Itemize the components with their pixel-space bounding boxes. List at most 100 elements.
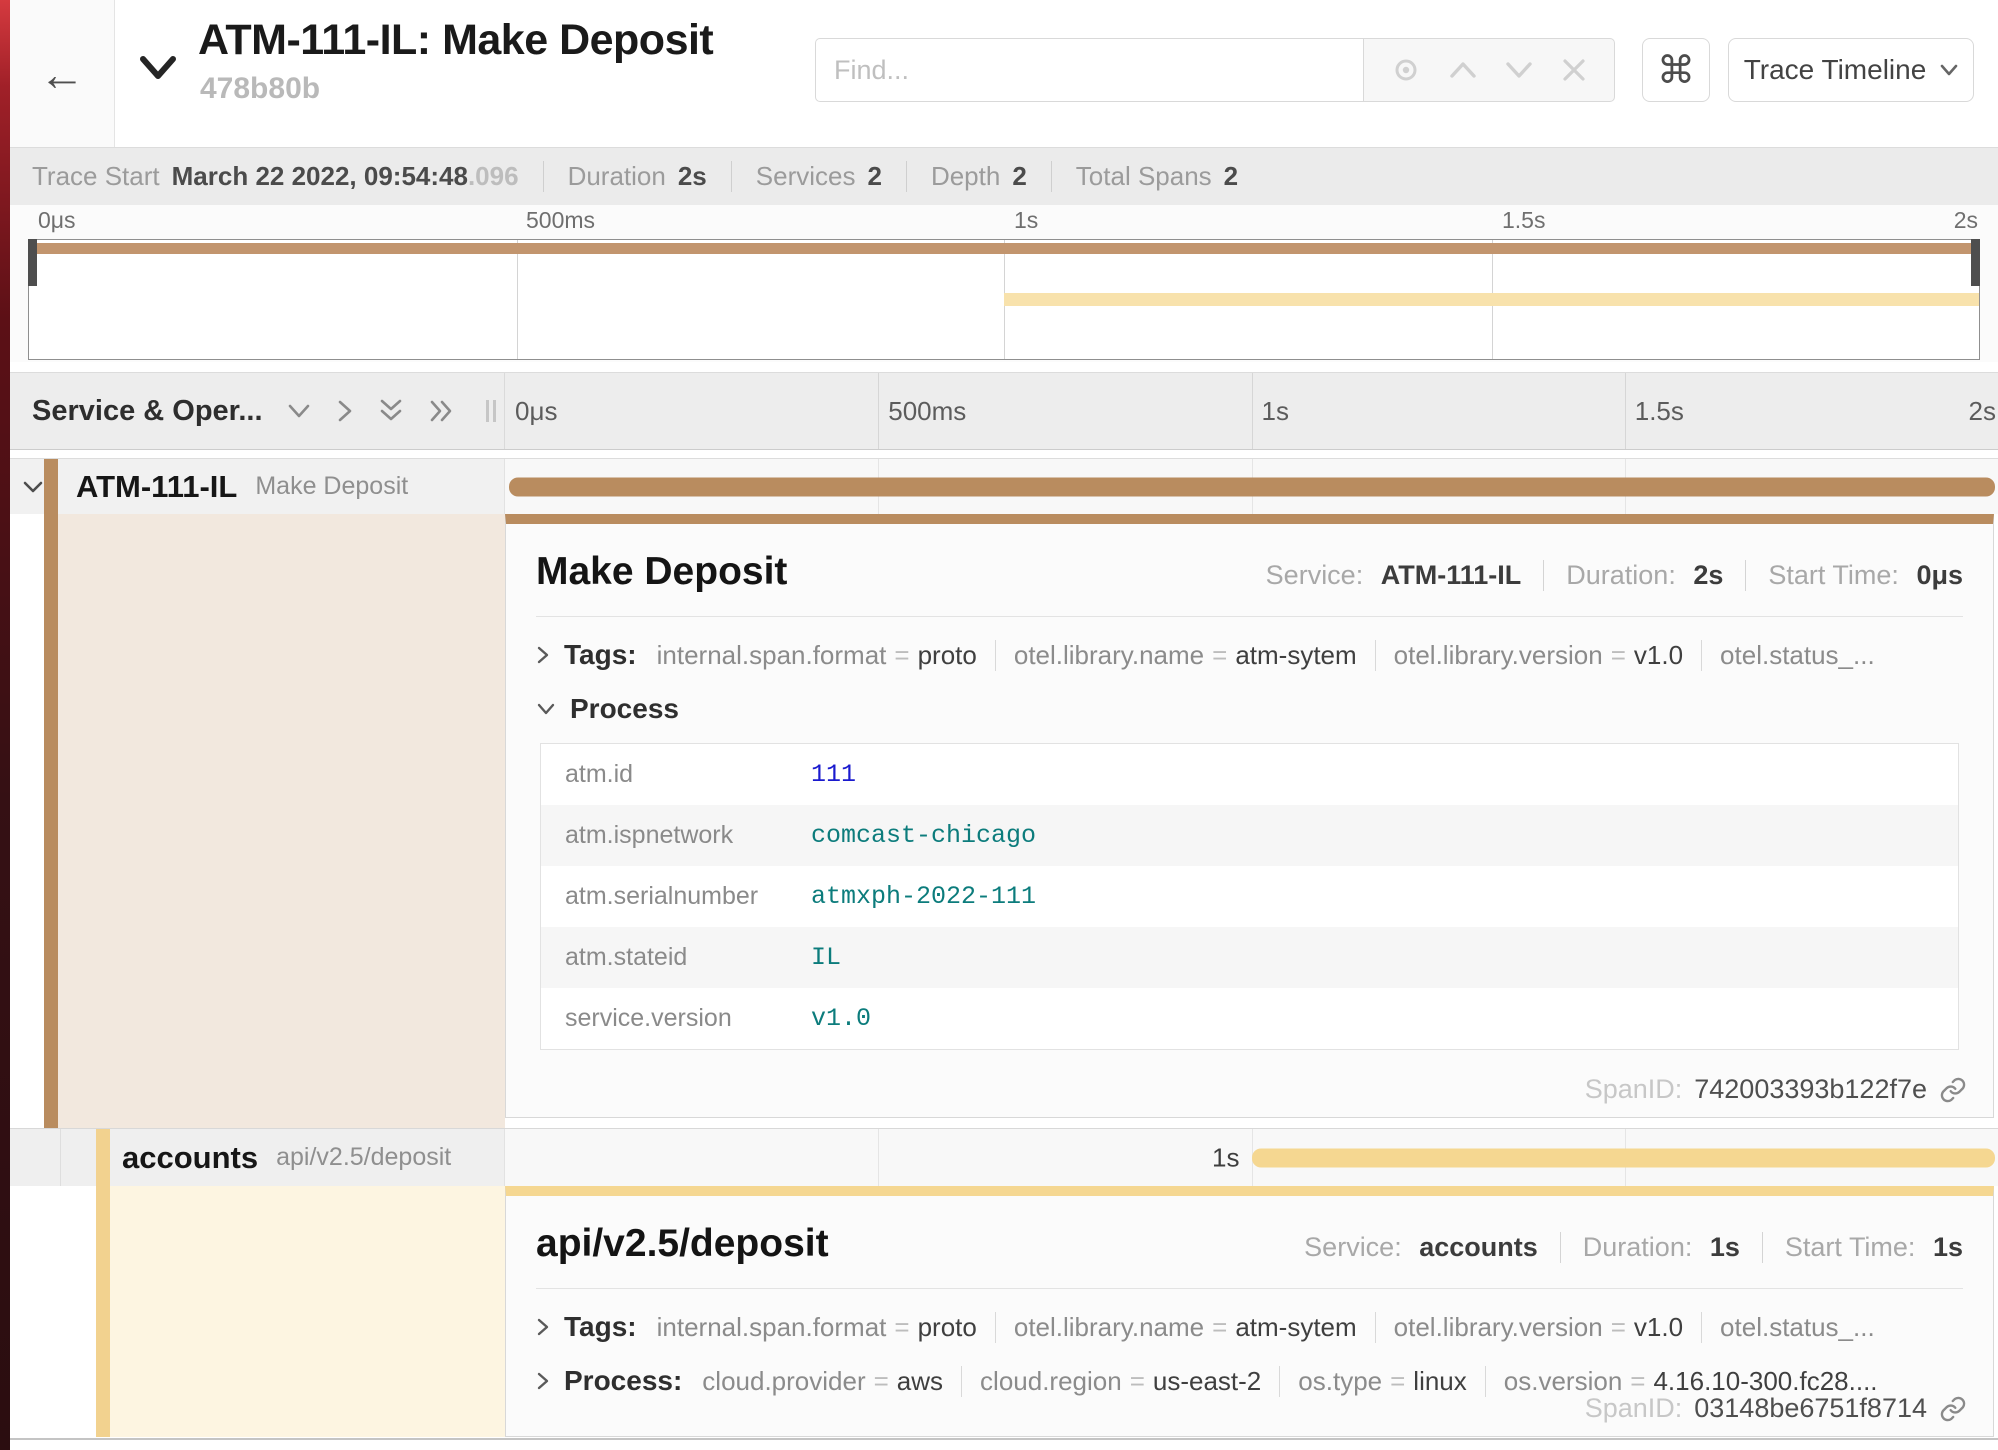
span-detail-card: Make Deposit Service: ATM-111-IL Duratio…: [505, 514, 1994, 1118]
process-value: 4.16.10-300.fc28....: [1653, 1366, 1877, 1396]
chevron-right-icon[interactable]: [536, 645, 550, 665]
meta-label: Duration: [568, 161, 666, 192]
tags-section: Tags: internal.span.format=proto otel.li…: [536, 639, 1963, 671]
process-value: v1.0: [811, 1004, 871, 1033]
detail-meta-value: 1s: [1710, 1232, 1740, 1262]
copy-link-icon[interactable]: [1939, 1395, 1967, 1423]
span-row-accounts[interactable]: accounts api/v2.5/deposit 1s: [10, 1128, 1998, 1186]
prev-match-icon[interactable]: [1448, 60, 1478, 80]
minimap-ruler: 0μs500ms1s1.5s2s: [28, 207, 1980, 237]
focus-match-icon[interactable]: [1391, 55, 1421, 85]
copy-link-icon[interactable]: [1939, 1076, 1967, 1104]
tag-item: otel.status_...: [1701, 640, 1875, 671]
detail-meta-value: 0μs: [1916, 560, 1963, 590]
tree-controls: [287, 398, 455, 424]
span-color-bar: [44, 514, 58, 1128]
process-toggle[interactable]: Process:: [564, 1365, 682, 1397]
clear-search-icon[interactable]: [1561, 57, 1587, 83]
process-table-row: atm.stateid IL: [541, 927, 1958, 988]
meta-label: Depth: [931, 161, 1000, 192]
chevron-down-icon[interactable]: [287, 403, 311, 419]
service-operation-label: Service & Oper...: [32, 395, 263, 428]
keyboard-shortcuts-button[interactable]: ⌘: [1642, 38, 1710, 102]
process-key: atm.stateid: [541, 943, 811, 972]
span-duration-bar[interactable]: [509, 477, 1995, 496]
operation-name: api/v2.5/deposit: [276, 1143, 451, 1172]
span-detail-meta-item: Duration: 2s: [1543, 560, 1723, 591]
divider: [10, 450, 1998, 458]
tags-section: Tags: internal.span.format=proto otel.li…: [536, 1311, 1963, 1343]
double-chevron-right-icon[interactable]: [429, 399, 455, 423]
meta-label: Trace Start: [32, 161, 160, 192]
chevron-down-icon[interactable]: [536, 702, 556, 716]
span-start-label: 1s: [1212, 1142, 1251, 1173]
detail-meta-value: ATM-111-IL: [1381, 560, 1522, 590]
process-key: atm.serialnumber: [541, 882, 811, 911]
find-group: [815, 38, 1615, 102]
trace-meta-item: Duration 2s: [543, 161, 707, 192]
span-indent-fill: [110, 1186, 505, 1437]
minimap-right-drag-handle[interactable]: [1971, 239, 1980, 286]
process-value: 111: [811, 760, 856, 789]
process-table-row: atm.ispnetwork comcast-chicago: [541, 805, 1958, 866]
process-key: os.type: [1298, 1366, 1382, 1396]
span-detail-title: Make Deposit: [536, 550, 787, 594]
span-id-value: 742003393b122f7e: [1694, 1074, 1927, 1105]
span-detail-meta-item: Start Time: 1s: [1762, 1232, 1963, 1263]
process-key: service.version: [541, 1004, 811, 1033]
tag-item: otel.library.version=v1.0: [1375, 1312, 1683, 1343]
process-table-row: atm.serialnumber atmxph-2022-111: [541, 866, 1958, 927]
ruler-tick-label: 0μs: [28, 207, 76, 234]
tag-item: internal.span.format=proto: [657, 640, 977, 671]
detail-meta-value: 2s: [1693, 560, 1723, 590]
command-icon: ⌘: [1657, 48, 1695, 93]
detail-meta-label: Start Time:: [1768, 560, 1899, 590]
span-indent-guides: [10, 514, 505, 1128]
minimap-left-drag-handle[interactable]: [28, 239, 37, 286]
chevron-right-icon[interactable]: [536, 1371, 550, 1391]
process-item: os.version=4.16.10-300.fc28....: [1485, 1366, 1878, 1397]
find-input[interactable]: [815, 38, 1363, 102]
detail-meta-value: 1s: [1933, 1232, 1963, 1262]
column-resize-handle[interactable]: [486, 400, 496, 422]
chevron-right-icon[interactable]: [536, 1317, 550, 1337]
next-match-icon[interactable]: [1504, 60, 1534, 80]
chevron-right-icon[interactable]: [337, 399, 353, 423]
span-detail-title: api/v2.5/deposit: [536, 1222, 829, 1266]
back-button[interactable]: ←: [10, 0, 115, 147]
span-detail-atm: Make Deposit Service: ATM-111-IL Duratio…: [10, 514, 1998, 1128]
span-detail-meta-item: Service: ATM-111-IL: [1266, 560, 1522, 591]
row-gridline: [878, 1129, 879, 1186]
tag-key: otel.library.version: [1394, 640, 1603, 670]
process-table-row: atm.id 111: [541, 744, 1958, 805]
minimap-viewport[interactable]: [28, 239, 1980, 360]
tags-toggle[interactable]: Tags:: [564, 639, 637, 671]
minimap-span-bar-accounts: [1004, 293, 1979, 306]
process-value: comcast-chicago: [811, 821, 1036, 850]
span-color-bar: [96, 1186, 110, 1437]
service-name: accounts: [122, 1140, 258, 1176]
ruler-tick-label: 500ms: [878, 373, 966, 449]
process-item: os.type=linux: [1279, 1366, 1467, 1397]
process-toggle[interactable]: Process: [570, 693, 679, 725]
span-name-cell: ATM-111-IL Make Deposit: [10, 459, 505, 514]
span-detail-card: api/v2.5/deposit Service: accounts Durat…: [505, 1186, 1994, 1437]
row-collapse-chevron-icon[interactable]: [22, 480, 44, 494]
tree-guide-line: [60, 1129, 61, 1186]
span-detail-meta-item: Duration: 1s: [1560, 1232, 1740, 1263]
trace-id: 478b80b: [200, 72, 320, 106]
span-indent-guides: [10, 1186, 505, 1437]
view-selector-dropdown[interactable]: Trace Timeline: [1728, 38, 1974, 102]
back-arrow-icon: ←: [39, 51, 85, 97]
double-chevron-down-icon[interactable]: [379, 398, 403, 424]
span-row-atm[interactable]: ATM-111-IL Make Deposit: [10, 458, 1998, 514]
process-value: aws: [897, 1366, 943, 1396]
span-duration-bar[interactable]: [1252, 1148, 1996, 1167]
trace-view: ← ATM-111-IL: Make Deposit 478b80b: [0, 0, 1998, 1450]
tags-toggle[interactable]: Tags:: [564, 1311, 637, 1343]
ruler-tick-label: 1s: [1252, 373, 1289, 449]
tag-value: proto: [918, 640, 977, 670]
trace-collapse-chevron-icon[interactable]: [138, 52, 178, 87]
tag-value: atm-sytem: [1235, 1312, 1356, 1342]
tag-item: otel.status_...: [1701, 1312, 1875, 1343]
